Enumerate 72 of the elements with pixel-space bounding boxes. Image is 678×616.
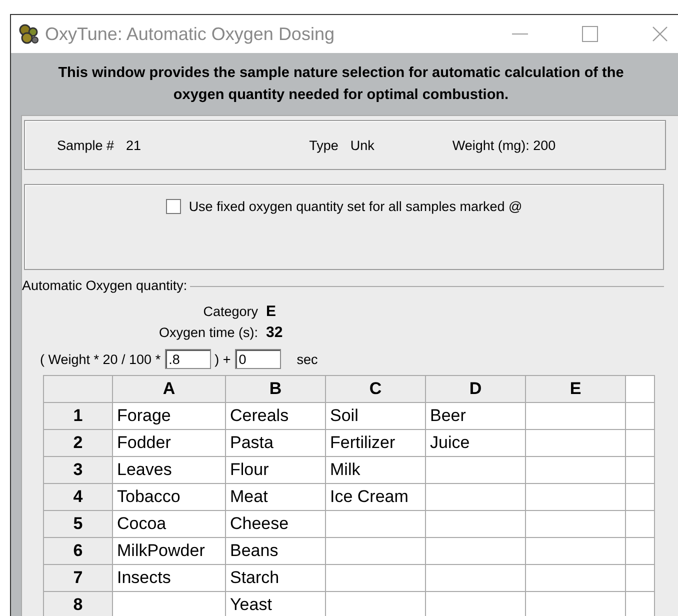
row-header: 3: [44, 456, 112, 484]
table-cell[interactable]: Starch: [226, 564, 326, 592]
table-cell[interactable]: Tobacco: [112, 484, 226, 510]
table-cell[interactable]: [426, 484, 526, 510]
table-cell[interactable]: [526, 564, 626, 592]
table-cell[interactable]: Ice Cream: [326, 484, 426, 510]
table-cell[interactable]: Beer: [426, 402, 526, 430]
formula-text: ) +: [214, 352, 231, 366]
table-cell[interactable]: [526, 510, 626, 538]
formula-text: ( Weight * 20 / 100 *: [40, 352, 161, 366]
row-header: 5: [44, 510, 112, 538]
table-cell[interactable]: Forage: [112, 402, 226, 430]
table-cell[interactable]: [526, 484, 626, 510]
description-text: This window provides the sample nature selection for automatic calculation of the oxygen quantity needed for optimal combustion.: [57, 64, 625, 105]
type-label: Type: [309, 138, 338, 152]
table-cell[interactable]: Beans: [226, 538, 326, 564]
table-cell[interactable]: [326, 538, 426, 564]
unit-text: sec: [296, 352, 318, 366]
row-header: 7: [44, 564, 112, 592]
minimize-icon: [512, 33, 528, 35]
column-header: B: [226, 376, 326, 402]
table-cell[interactable]: Soil: [326, 402, 426, 430]
oxygen-time-value: 32: [266, 324, 283, 341]
corner-cell: [44, 376, 112, 402]
row-header: 6: [44, 538, 112, 564]
factor-field[interactable]: .8: [164, 349, 211, 369]
column-header: C: [326, 376, 426, 402]
table-cell[interactable]: [526, 402, 626, 430]
fixed-quantity-checkbox[interactable]: [166, 199, 181, 214]
maximize-icon: [582, 26, 598, 42]
table-cell[interactable]: [326, 510, 426, 538]
row-header: 4: [44, 484, 112, 510]
fixed-quantity-label: Use fixed oxygen quantity set for all samples marked @: [188, 199, 522, 216]
table-cell[interactable]: [526, 430, 626, 456]
table-cell[interactable]: Flour: [226, 456, 326, 484]
offset-field[interactable]: 0: [234, 349, 281, 369]
window-title: OxyTune: Automatic Oxygen Dosing: [45, 24, 336, 44]
table-cell[interactable]: Cereals: [226, 402, 326, 430]
table-cell[interactable]: [326, 564, 426, 592]
table-cell[interactable]: Cheese: [226, 510, 326, 538]
table-cell[interactable]: Pasta: [226, 430, 326, 456]
gears-icon: [19, 24, 39, 44]
type-value: Unk: [350, 138, 374, 152]
oxygen-time-label: Oxygen time (s):: [158, 325, 258, 340]
column-header: E: [526, 376, 626, 402]
table-cell[interactable]: Meat: [226, 484, 326, 510]
row-header: 8: [44, 592, 112, 616]
row-header: 2: [44, 430, 112, 456]
category-value: E: [266, 303, 276, 320]
row-header: 1: [44, 402, 112, 430]
table-cell[interactable]: Juice: [426, 430, 526, 456]
table-cell[interactable]: Fertilizer: [326, 430, 426, 456]
category-label: Category: [202, 304, 258, 319]
table-cell[interactable]: Cocoa: [112, 510, 226, 538]
group-title: Automatic Oxygen quantity:: [22, 278, 190, 293]
weight-text: Weight (mg): 200: [452, 138, 556, 152]
table-cell[interactable]: [426, 564, 526, 592]
close-icon: [652, 26, 668, 42]
table-cell[interactable]: Insects: [112, 564, 226, 592]
table-cell[interactable]: [426, 510, 526, 538]
column-header: D: [426, 376, 526, 402]
table-cell[interactable]: [526, 538, 626, 564]
table-cell[interactable]: Leaves: [112, 456, 226, 484]
table-cell[interactable]: [426, 538, 526, 564]
sample-label: Sample #: [57, 138, 114, 152]
table-cell[interactable]: Milk: [326, 456, 426, 484]
table-cell[interactable]: MilkPowder: [112, 538, 226, 564]
table-cell[interactable]: [526, 456, 626, 484]
table-cell[interactable]: Fodder: [112, 430, 226, 456]
column-header: A: [112, 376, 226, 402]
table-cell[interactable]: [426, 456, 526, 484]
sample-number: 21: [126, 138, 142, 152]
